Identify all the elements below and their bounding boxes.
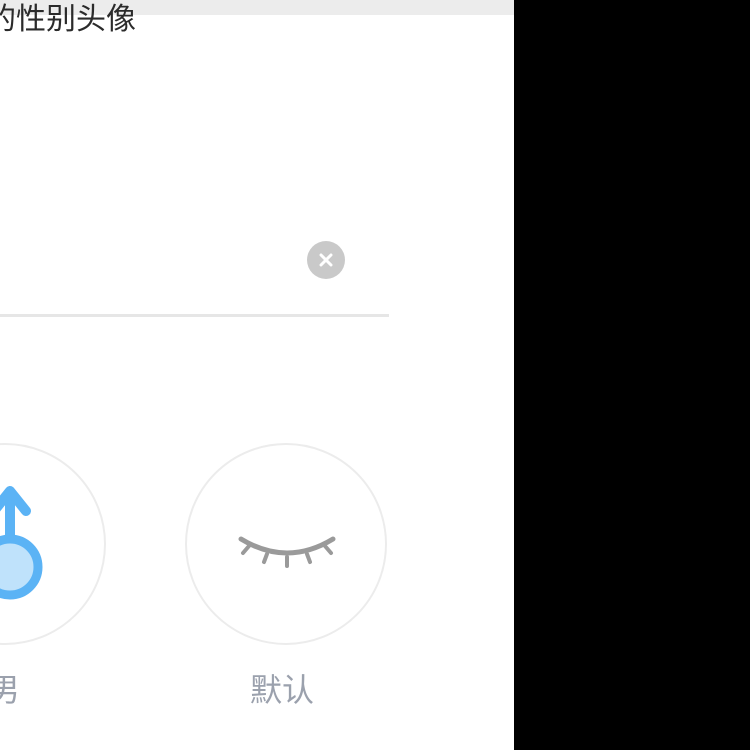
- gender-option-male[interactable]: [0, 443, 106, 645]
- gender-option-default[interactable]: [185, 443, 387, 645]
- input-underline: [0, 314, 389, 317]
- page-title: 的性别头像: [0, 2, 136, 37]
- gender-label-default: 默认: [250, 671, 315, 709]
- clear-input-button[interactable]: [307, 241, 345, 279]
- clear-icon: [319, 253, 333, 267]
- closed-eye-icon: [238, 536, 336, 568]
- dialog-panel: 的性别头像 男 默认: [0, 0, 514, 750]
- gender-label-male: 男: [0, 671, 21, 709]
- male-symbol-icon: [0, 486, 43, 600]
